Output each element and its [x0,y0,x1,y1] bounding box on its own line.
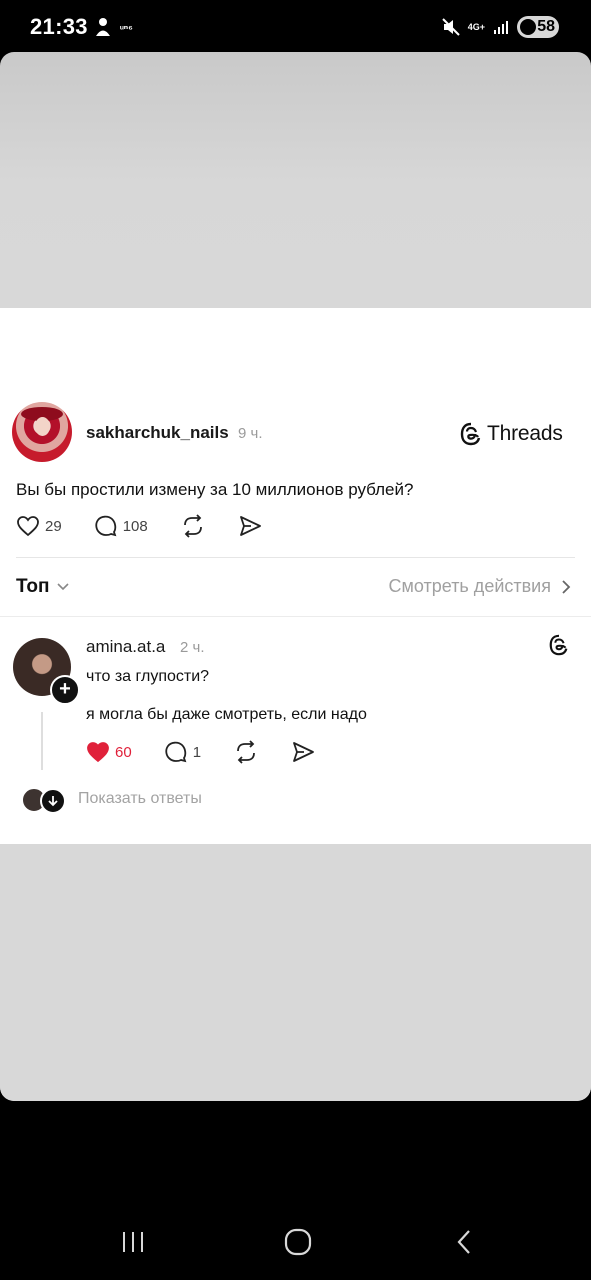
like-button[interactable]: 29 [16,515,62,537]
like-count: 29 [45,517,62,535]
show-replies-label: Показать ответы [78,790,202,807]
back-icon [457,1230,470,1254]
comment-icon [95,515,117,537]
avatar-face [35,417,50,436]
post-username[interactable]: sakharchuk_nails [86,423,229,443]
sort-dropdown[interactable]: Топ [16,576,70,598]
reply-avatars [22,788,66,814]
threads-post-panel: sakharchuk_nails 9 ч. Threads Вы бы прос… [0,308,591,844]
back-button[interactable] [452,1226,476,1258]
reply-repost-button[interactable] [233,740,259,764]
battery-level: 58 [537,18,555,35]
battery-indicator: 58 [517,16,559,38]
reply-actions: 60 1 [86,740,315,764]
repost-icon [237,740,255,764]
divider [0,616,591,617]
reply-comment-button[interactable]: 1 [164,740,201,764]
threads-brand: Threads [459,421,563,447]
navigation-bar [0,1200,591,1280]
network-type: 4G+ [467,21,485,32]
home-icon [284,1228,312,1256]
reply-text-2: я могла бы даже смотреть, если надо [86,706,367,723]
share-button[interactable] [238,515,262,537]
recent-apps-button[interactable] [118,1226,148,1258]
divider [16,557,575,558]
view-actions-link[interactable]: Смотреть действия [389,576,571,597]
send-icon [293,742,314,762]
reply-like-count: 60 [115,743,132,761]
chevron-down-icon [56,583,69,591]
status-network-small: ᵤₙ₆ [120,21,133,32]
comment-icon [165,741,187,763]
threads-brand-text: Threads [487,422,563,445]
recent-apps-icon [123,1232,143,1252]
sort-label: Топ [16,576,50,597]
chevron-right-icon [562,579,571,594]
battery-saver-icon [520,19,536,35]
post-author-avatar[interactable] [12,402,72,462]
comment-count: 108 [122,517,148,535]
post-time: 9 ч. [238,425,263,442]
repost-button[interactable] [180,514,206,538]
status-right: 4G+ 58 [442,14,559,40]
show-replies-button[interactable]: Показать ответы [22,788,202,814]
view-actions-label: Смотреть действия [388,576,551,596]
follow-plus-icon[interactable]: + [50,675,80,705]
heart-icon [17,516,39,537]
reply-time: 2 ч. [180,639,205,656]
reply-text-1: что за глупости? [86,668,210,685]
comment-button[interactable]: 108 [94,514,148,538]
repost-icon [183,514,202,538]
heart-icon [87,742,109,763]
status-time: 21:33 [30,14,88,39]
card-bottom-area [0,844,591,1101]
home-button[interactable] [282,1226,314,1258]
status-bar: 21:33 ᵤₙ₆ 4G+ 58 [0,0,591,52]
post-text: Вы бы простили измену за 10 миллионов ру… [16,480,414,499]
signal-icon [494,21,508,34]
thread-line [41,712,43,770]
reply-username[interactable]: amina.at.a [86,637,165,657]
screenshot-card[interactable]: sakharchuk_nails 9 ч. Threads Вы бы прос… [0,52,591,1101]
reply-share-button[interactable] [291,741,315,763]
post-actions: 29 108 [16,514,262,538]
reply-comment-count: 1 [192,743,202,761]
threads-logo-icon [549,634,568,656]
notification-icon [96,18,110,36]
mute-icon [442,18,460,36]
arrow-down-icon [40,788,66,814]
threads-logo-icon [460,422,481,446]
reply-like-button[interactable]: 60 [86,741,132,763]
send-icon [239,516,261,536]
